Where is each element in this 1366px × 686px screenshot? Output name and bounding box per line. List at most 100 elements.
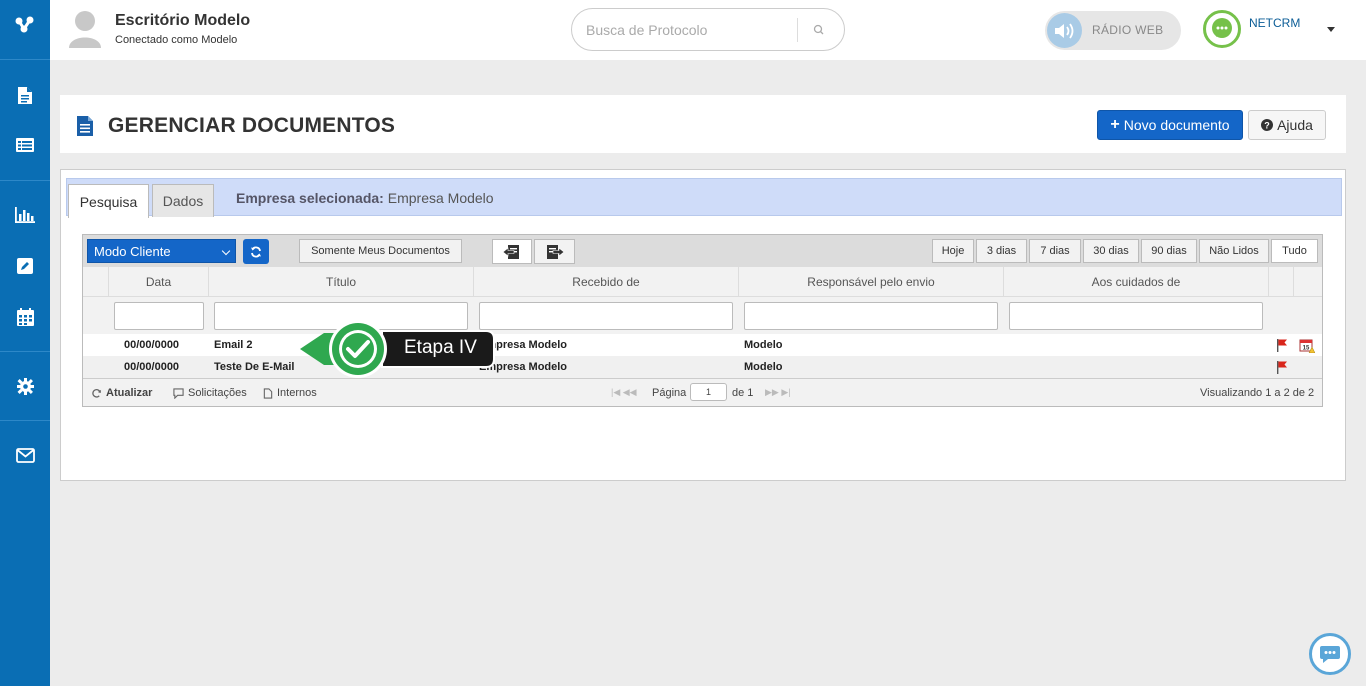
selected-company-label: Empresa selecionada: <box>236 190 384 206</box>
cell-sender: Modelo <box>744 361 783 373</box>
document-icon <box>77 116 93 136</box>
new-document-label: Novo documento <box>1123 117 1230 133</box>
sidebar-item-list[interactable] <box>0 125 50 165</box>
column-header-care-of[interactable]: Aos cuidados de <box>1004 267 1269 297</box>
page-label: Página <box>652 387 687 399</box>
app-logo-icon[interactable] <box>0 5 50 45</box>
radio-web-button[interactable]: RÁDIO WEB <box>1045 11 1181 50</box>
cell-date: 00/00/0000 <box>124 339 180 351</box>
flag-icon[interactable] <box>1275 334 1289 356</box>
column-header-flag <box>1269 267 1294 297</box>
page-number-input[interactable]: 1 <box>690 383 727 401</box>
sidebar <box>0 0 50 686</box>
column-header-date[interactable]: Data <box>109 267 209 297</box>
tutorial-step-callout: Etapa IV <box>298 318 498 380</box>
document-icon <box>18 86 32 104</box>
only-my-documents-button[interactable]: Somente Meus Documentos <box>299 239 462 263</box>
refresh-icon <box>251 246 261 257</box>
period-7-days-button[interactable]: 7 dias <box>1029 239 1081 263</box>
question-circle-icon: ? <box>1261 119 1274 131</box>
office-title: Escritório Modelo <box>115 12 251 29</box>
new-document-button[interactable]: + Novo documento <box>1097 110 1243 140</box>
chat-icon <box>1320 646 1340 663</box>
sidebar-item-settings[interactable] <box>0 366 50 406</box>
sidebar-divider <box>0 351 50 352</box>
sidebar-item-reports[interactable] <box>0 195 50 235</box>
search-icon[interactable] <box>812 23 826 37</box>
requests-label: Solicitações <box>188 387 247 399</box>
cell-date: 00/00/0000 <box>124 361 180 373</box>
documents-grid: Modo Cliente Somente Meus Documentos Hoj… <box>82 234 1323 407</box>
grid-toolbar: Modo Cliente Somente Meus Documentos Hoj… <box>83 235 1322 267</box>
grid-footer: Atualizar Solicitações Internos |◀ ◀◀ Pá… <box>83 378 1322 406</box>
first-prev-page-icons[interactable]: |◀ ◀◀ <box>611 387 637 398</box>
brand-name: NETCRM <box>1249 16 1301 30</box>
outbox-icon <box>546 244 564 259</box>
protocol-search <box>571 8 845 51</box>
help-label: Ajuda <box>1277 117 1313 133</box>
inbox-filter-button[interactable] <box>492 239 532 264</box>
requests-button[interactable]: Solicitações <box>173 387 247 399</box>
mode-select[interactable]: Modo Cliente <box>87 239 236 263</box>
search-separator <box>797 18 798 42</box>
sidebar-item-edit[interactable] <box>0 246 50 286</box>
sidebar-divider <box>0 420 50 421</box>
tab-search[interactable]: Pesquisa <box>68 184 149 218</box>
internal-label: Internos <box>277 387 317 399</box>
tutorial-step-label: Etapa IV <box>404 337 477 358</box>
next-last-page-icons[interactable]: ▶▶ ▶| <box>765 387 791 398</box>
column-header-sender[interactable]: Responsável pelo envio <box>739 267 1004 297</box>
refresh-icon <box>92 388 102 398</box>
radio-web-label: RÁDIO WEB <box>1092 23 1164 37</box>
period-unread-button[interactable]: Não Lidos <box>1199 239 1269 263</box>
filter-row <box>83 297 1322 334</box>
edit-icon <box>17 258 33 274</box>
refresh-grid-label: Atualizar <box>106 387 153 399</box>
chevron-down-icon <box>221 246 231 256</box>
outbox-filter-button[interactable] <box>534 239 575 264</box>
cell-title: Email 2 <box>214 339 253 351</box>
mode-select-value: Modo Cliente <box>94 243 171 259</box>
period-today-button[interactable]: Hoje <box>932 239 974 263</box>
help-button[interactable]: ? Ajuda <box>1248 110 1326 140</box>
tab-bar: Pesquisa Dados Empresa selecionada: Empr… <box>66 178 1342 218</box>
gear-icon <box>16 377 34 395</box>
sidebar-item-mail[interactable] <box>0 435 50 475</box>
chevron-down-icon[interactable] <box>1327 27 1335 32</box>
calendar-alert-icon[interactable]: 15 <box>1299 334 1315 356</box>
column-header-title[interactable]: Título <box>209 267 474 297</box>
file-icon <box>263 387 273 399</box>
date-filter-input[interactable] <box>114 302 204 330</box>
chat-button[interactable] <box>1309 633 1351 675</box>
cell-sender: Modelo <box>744 339 783 351</box>
list-icon <box>16 138 34 152</box>
flag-icon[interactable] <box>1275 356 1289 378</box>
sidebar-item-calendar[interactable] <box>0 297 50 337</box>
selected-company: Empresa selecionada: Empresa Modelo <box>236 190 494 206</box>
refresh-button[interactable] <box>243 239 269 264</box>
table-row[interactable]: 00/00/0000 Teste De E-Mail Empresa Model… <box>83 356 1322 378</box>
period-90-days-button[interactable]: 90 dias <box>1141 239 1197 263</box>
period-3-days-button[interactable]: 3 dias <box>976 239 1027 263</box>
period-all-button[interactable]: Tudo <box>1271 239 1318 263</box>
viewing-label: Visualizando 1 a 2 de 2 <box>1200 387 1315 399</box>
avatar[interactable] <box>67 8 103 48</box>
selected-company-value: Empresa Modelo <box>387 190 494 206</box>
table-row[interactable]: 00/00/0000 Email 2 Empresa Modelo Modelo… <box>83 334 1322 356</box>
tab-data[interactable]: Dados <box>152 184 214 217</box>
period-30-days-button[interactable]: 30 dias <box>1083 239 1139 263</box>
received-from-filter-input[interactable] <box>479 302 733 330</box>
column-headers: Data Título Recebido de Responsável pelo… <box>83 267 1322 297</box>
refresh-grid-button[interactable]: Atualizar <box>91 387 152 399</box>
connected-as-label: Conectado como Modelo <box>115 34 238 46</box>
bar-chart-icon <box>15 207 35 223</box>
plus-icon: + <box>1110 116 1120 133</box>
column-header-received-from[interactable]: Recebido de <box>474 267 739 297</box>
search-input[interactable] <box>586 20 786 40</box>
page-title: GERENCIAR DOCUMENTOS <box>108 114 396 137</box>
internal-button[interactable]: Internos <box>263 387 317 399</box>
sender-filter-input[interactable] <box>744 302 998 330</box>
svg-text:15: 15 <box>1303 345 1310 351</box>
sidebar-item-documents[interactable] <box>0 75 50 115</box>
care-of-filter-input[interactable] <box>1009 302 1263 330</box>
